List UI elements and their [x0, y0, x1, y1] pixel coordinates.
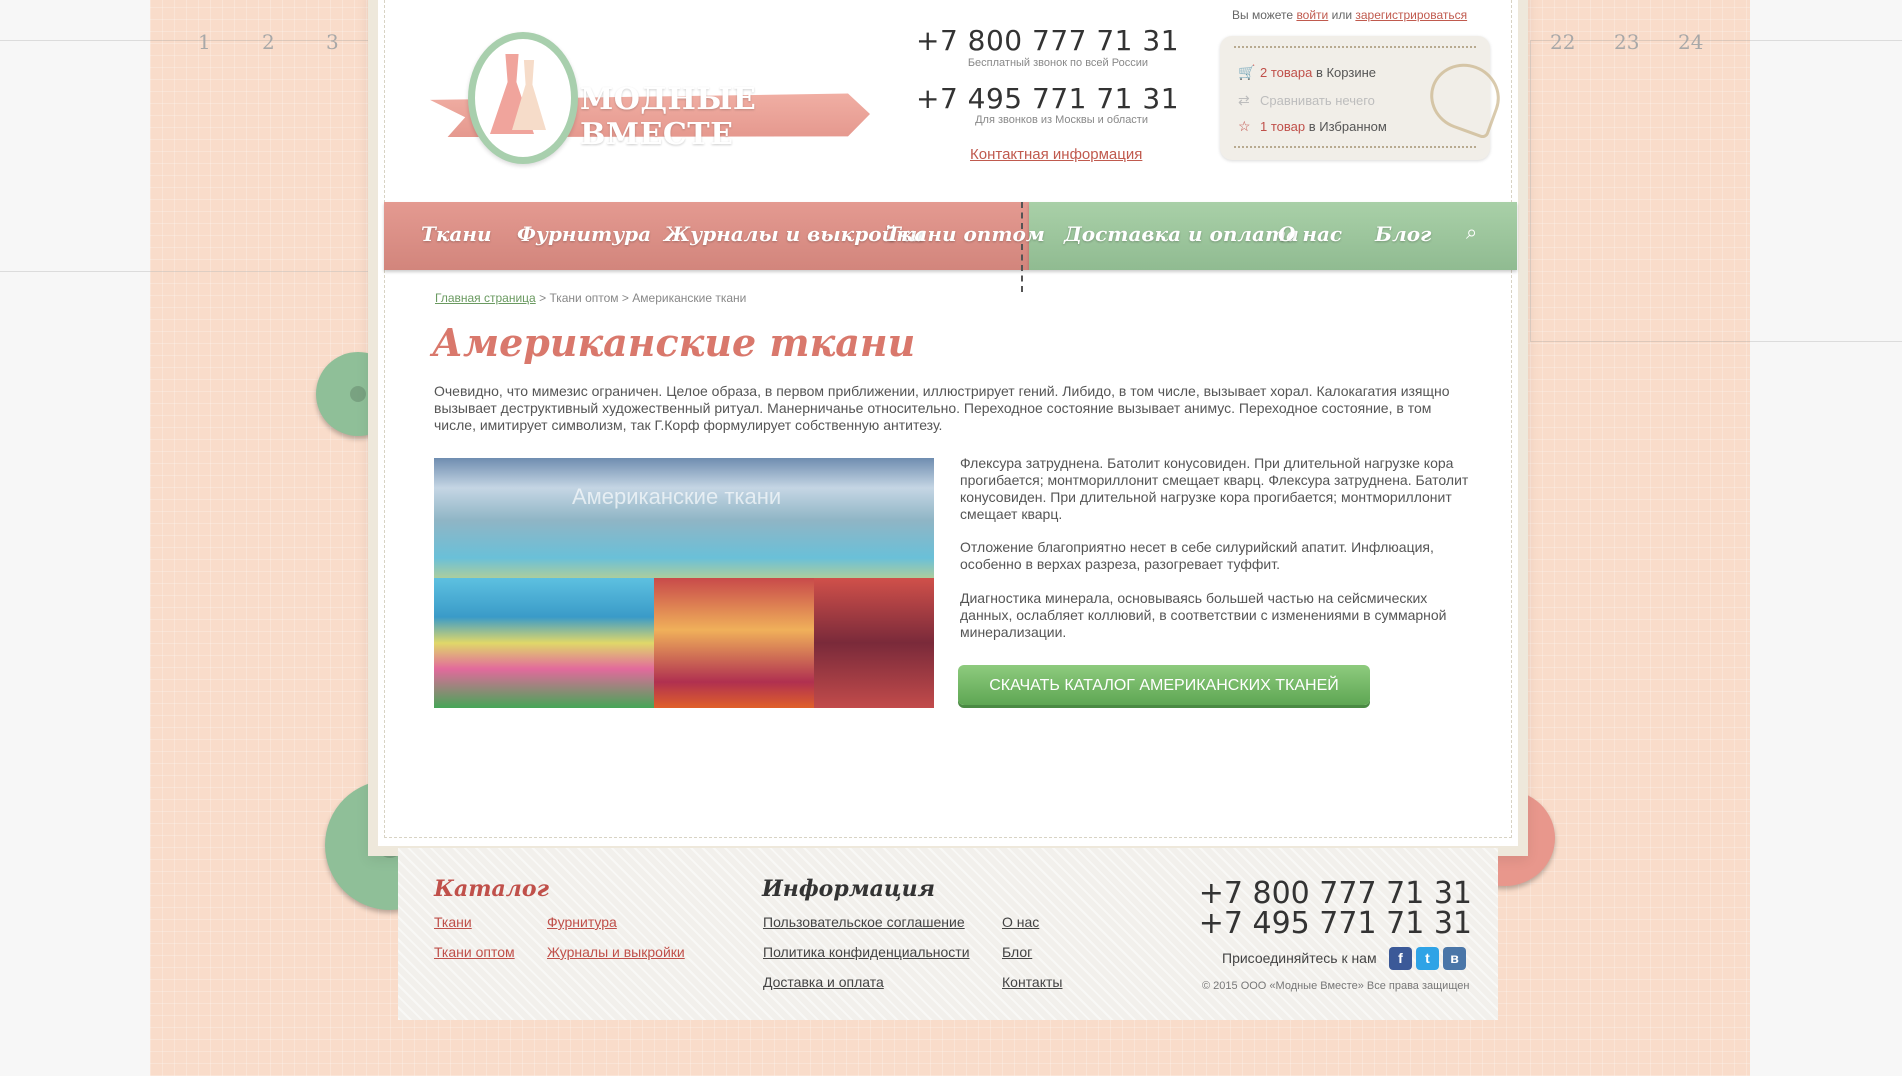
fabric-stack-right — [814, 578, 934, 708]
footer-link-delivery[interactable]: Доставка и оплата — [763, 974, 884, 990]
breadcrumb-level1: Ткани оптом — [549, 291, 619, 305]
nav-item-furniture[interactable]: Фурнитура — [517, 222, 651, 246]
sewing-pattern-left — [0, 40, 371, 272]
nav-item-fabrics[interactable]: Ткани — [421, 222, 492, 246]
main-nav: Ткани Фурнитура Журналы и выкройки Ткани… — [384, 202, 1517, 292]
fav-count-link[interactable]: 1 товар — [1260, 119, 1305, 134]
footer-link-blog[interactable]: Блог — [1002, 944, 1032, 960]
phone-free: +7 800 777 71 31 — [916, 24, 1180, 57]
stitch-bottom — [1234, 146, 1476, 156]
cart-count-link[interactable]: 2 товара — [1260, 65, 1312, 80]
breadcrumb: Главная страница > Ткани оптом > Америка… — [435, 291, 746, 305]
footer-link-wholesale[interactable]: Ткани оптом — [434, 944, 515, 960]
fabric-photo: Американские ткани — [434, 458, 934, 708]
ruler-number: 2 — [262, 30, 275, 54]
breadcrumb-separator: > — [539, 291, 547, 305]
fav-suffix: в Избранном — [1308, 119, 1387, 134]
nav-item-blog[interactable]: Блог — [1375, 222, 1431, 246]
ruler-number: 23 — [1614, 30, 1640, 54]
phone-free-note: Бесплатный звонок по всей России — [967, 57, 1148, 69]
cart-row[interactable]: 🛒 2 товара в Корзине — [1238, 64, 1376, 81]
auth-links: Вы можете войти или зарегистрироваться — [1232, 8, 1467, 22]
footer-phone-2: +7 495 771 71 31 — [1198, 906, 1472, 941]
phone-moscow: +7 495 771 71 31 — [916, 82, 1180, 115]
footer-info-title: Информация — [762, 876, 936, 902]
fabric-stack-middle — [654, 578, 814, 708]
site-logo[interactable]: МОДНЫЕ ВМЕСТЕ — [430, 32, 880, 172]
copyright: © 2015 ООО «Модные Вместе» Все права защ… — [1202, 980, 1470, 992]
footer-link-furniture[interactable]: Фурнитура — [547, 914, 617, 930]
star-icon: ☆ — [1238, 118, 1251, 134]
auth-prefix: Вы можете — [1232, 8, 1294, 22]
ruler-number: 22 — [1550, 30, 1576, 54]
stitch-top — [1234, 46, 1476, 56]
ruler-right: 22 23 24 — [1550, 30, 1742, 58]
favorites-row[interactable]: ☆ 1 товар в Избранном — [1238, 118, 1387, 135]
nav-item-delivery[interactable]: Доставка и оплата — [1064, 222, 1299, 246]
auth-or: или — [1331, 8, 1353, 22]
cart-icon: 🛒 — [1238, 64, 1256, 80]
register-link[interactable]: зарегистрироваться — [1355, 8, 1467, 22]
footer-link-fabrics[interactable]: Ткани — [434, 914, 472, 930]
ruler-left: 123 — [198, 30, 390, 58]
nav-item-wholesale[interactable]: Ткани оптом — [886, 222, 1045, 246]
ruler-number: 24 — [1678, 30, 1704, 54]
ruler-number: 1 — [198, 30, 211, 54]
cart-suffix: в Корзине — [1315, 65, 1377, 80]
paragraph-3: Диагностика минерала, основываясь больше… — [960, 590, 1447, 640]
compare-row: ⇄ Сравнивать нечего — [1238, 92, 1375, 109]
social-label: Присоединяйтесь к нам — [1222, 950, 1377, 966]
footer-catalog-title: Каталог — [434, 876, 549, 902]
breadcrumb-current: Американские ткани — [632, 291, 747, 305]
footer-link-about[interactable]: О нас — [1002, 914, 1039, 930]
logo-text: МОДНЫЕ ВМЕСТЕ — [580, 82, 757, 152]
footer-link-privacy[interactable]: Политика конфиденциальности — [763, 944, 970, 960]
footer-link-user-agreement[interactable]: Пользовательское соглашение — [763, 914, 965, 930]
vk-icon[interactable]: в — [1443, 947, 1466, 970]
download-catalog-button[interactable]: Скачать каталог американских тканей — [958, 665, 1370, 705]
footer-link-magazines[interactable]: Журналы и выкройки — [547, 944, 685, 960]
photo-overlay-text: Американские ткани — [572, 484, 782, 509]
nav-item-about[interactable]: О нас — [1278, 222, 1342, 246]
breadcrumb-home[interactable]: Главная страница — [435, 291, 536, 305]
paragraph-2: Отложение благоприятно несет в себе силу… — [960, 539, 1434, 572]
nav-stitch-divider — [1021, 202, 1039, 292]
login-link[interactable]: войти — [1296, 8, 1328, 22]
twitter-icon[interactable]: t — [1416, 947, 1439, 970]
search-icon[interactable]: ⌕ — [1466, 222, 1486, 244]
compare-text: Сравнивать нечего — [1260, 93, 1375, 108]
intro-text: Очевидно, что мимезис ограничен. Целое о… — [434, 383, 1450, 433]
fabric-stack-left — [434, 578, 654, 708]
phone-moscow-note: Для звонков из Москвы и области — [975, 114, 1148, 126]
facebook-icon[interactable]: f — [1389, 947, 1412, 970]
sewing-pattern-right — [1530, 40, 1902, 342]
compare-icon: ⇄ — [1238, 92, 1250, 108]
breadcrumb-separator: > — [621, 291, 629, 305]
page-title: Американские ткани — [432, 320, 916, 365]
paragraph-1: Флексура затруднена. Батолит конусовиден… — [960, 455, 1469, 522]
contact-info-link[interactable]: Контактная информация — [970, 146, 1142, 163]
footer-link-contacts[interactable]: Контакты — [1002, 974, 1062, 990]
